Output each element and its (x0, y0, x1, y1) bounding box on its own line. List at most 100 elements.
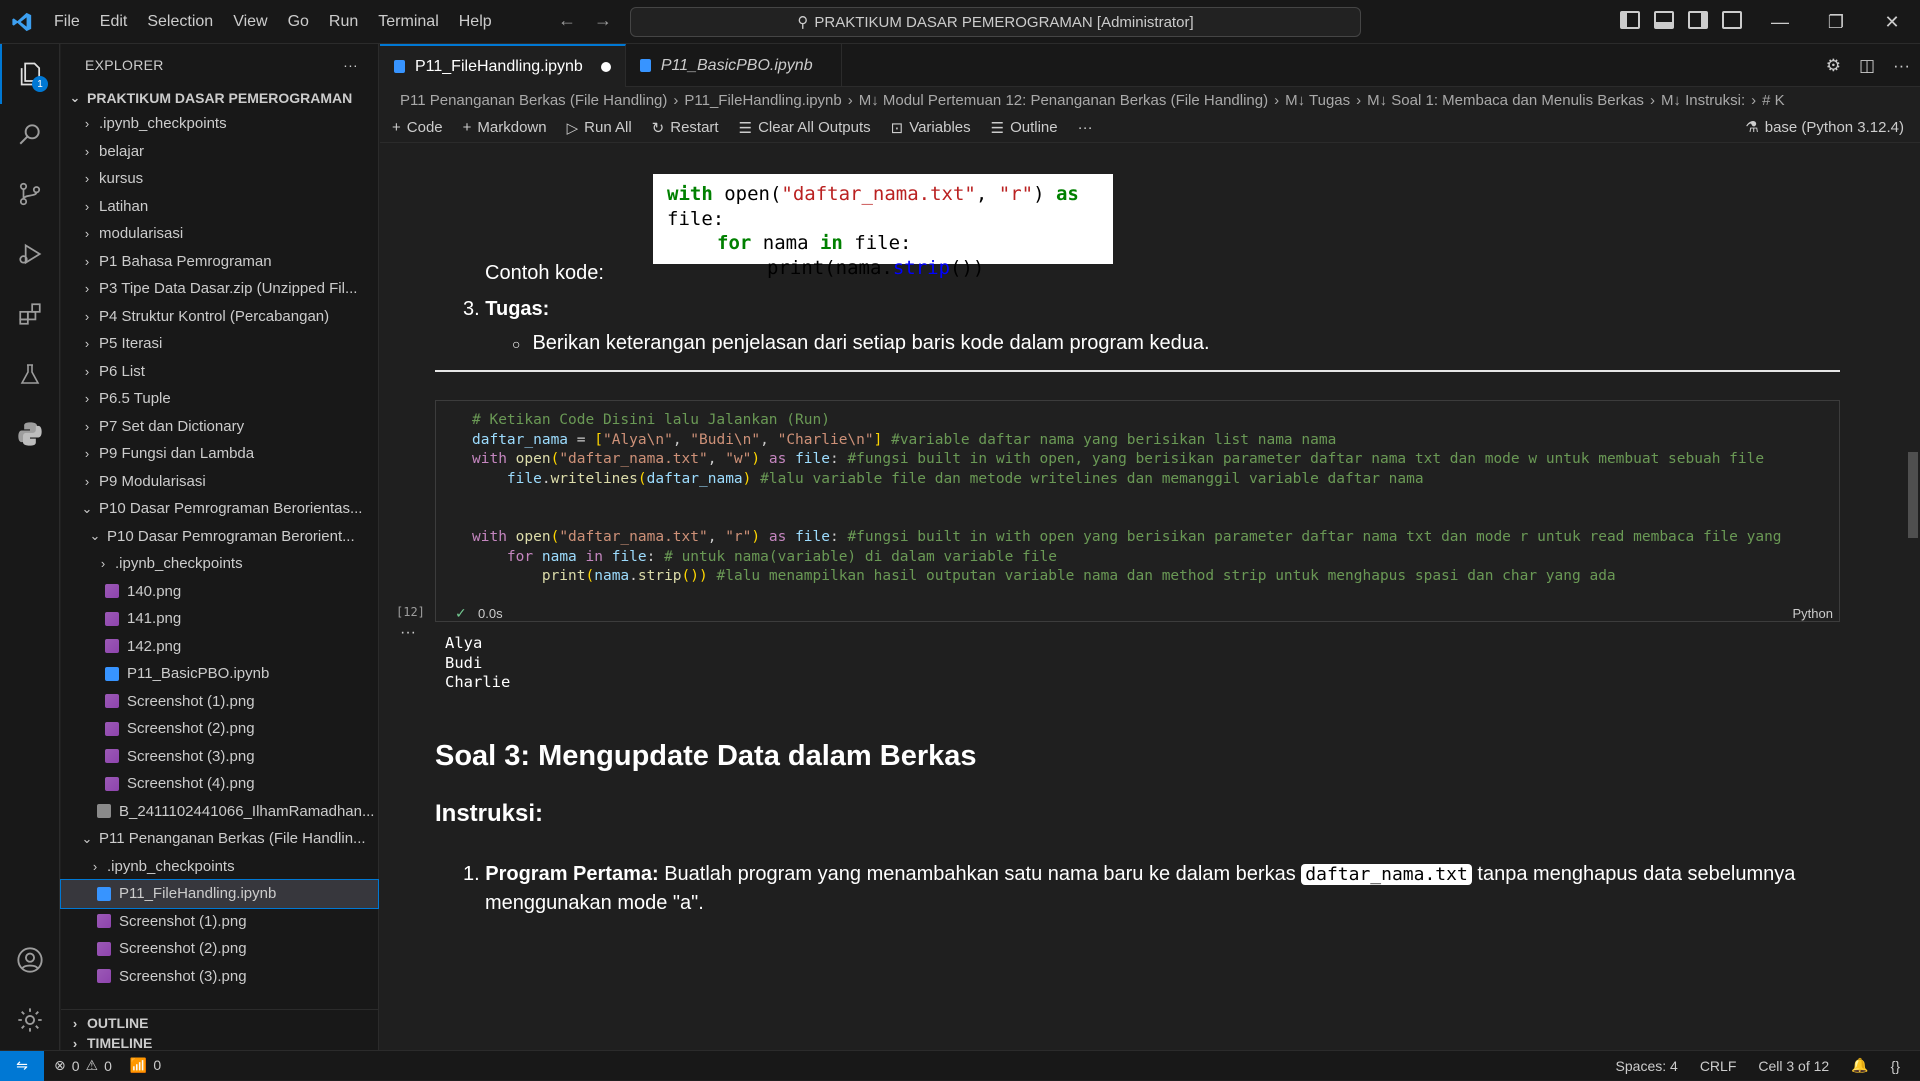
tree-file[interactable]: Screenshot (2).png (61, 715, 378, 743)
tree-file[interactable]: Screenshot (3).png (61, 963, 378, 991)
breadcrumb-item[interactable]: P11_FileHandling.ipynb (684, 92, 841, 109)
close-icon[interactable]: ✕ (1864, 0, 1920, 44)
accounts-activity[interactable] (0, 930, 60, 990)
tree-file[interactable]: Screenshot (2).png (61, 935, 378, 963)
cell-code-editor[interactable]: # Ketikan Code Disini lalu Jalankan (Run… (472, 411, 1782, 587)
menu-view[interactable]: View (223, 0, 277, 44)
notebook-settings-icon[interactable]: ⚙ (1826, 56, 1841, 76)
clear-outputs-button[interactable]: ☰ Clear All Outputs (739, 119, 871, 137)
toggle-secondary-sidebar-icon[interactable] (1688, 11, 1708, 29)
notebook-content: with open("daftar_nama.txt", "r") as fil… (380, 144, 1920, 1050)
kernel-picker[interactable]: ⚗ base (Python 3.12.4) (1745, 118, 1904, 137)
eol-status[interactable]: CRLF (1700, 1058, 1737, 1074)
tree-folder[interactable]: › P6.5 Tuple (61, 385, 378, 413)
bell-icon[interactable]: 🔔 (1851, 1057, 1868, 1074)
toggle-primary-sidebar-icon[interactable] (1620, 11, 1640, 29)
tree-folder[interactable]: › .ipynb_checkpoints (61, 110, 378, 138)
testing-activity[interactable] (0, 344, 60, 404)
tree-folder[interactable]: ⌄ P11 Penanganan Berkas (File Handlin... (61, 825, 378, 853)
menu-selection[interactable]: Selection (137, 0, 223, 44)
tree-folder[interactable]: › P6 List (61, 358, 378, 386)
breadcrumb-item[interactable]: M↓ Modul Pertemuan 12: Penanganan Berkas… (859, 92, 1268, 109)
explorer-more-icon[interactable]: ··· (343, 57, 358, 73)
forward-arrow-icon[interactable]: → (594, 10, 612, 31)
outline-button[interactable]: ☰ Outline (991, 119, 1058, 137)
tree-folder[interactable]: › P3 Tipe Data Dasar.zip (Unzipped Fil... (61, 275, 378, 303)
tree-file[interactable]: 140.png (61, 578, 378, 606)
menu-file[interactable]: File (44, 0, 90, 44)
split-editor-icon[interactable]: ◫ (1859, 56, 1875, 76)
tree-folder[interactable]: › P4 Struktur Kontrol (Percabangan) (61, 303, 378, 331)
tree-file[interactable]: Screenshot (1).png (61, 908, 378, 936)
tree-folder[interactable]: ⌄ P10 Dasar Pemrograman Berorient... (61, 523, 378, 551)
menu-run[interactable]: Run (319, 0, 368, 44)
tree-folder[interactable]: › P7 Set dan Dictionary (61, 413, 378, 441)
tree-file[interactable]: Screenshot (4).png (61, 770, 378, 798)
breadcrumb-item[interactable]: M↓ Soal 1: Membaca dan Menulis Berkas (1367, 92, 1644, 109)
braces-icon[interactable]: {} (1891, 1058, 1900, 1074)
extensions-activity[interactable] (0, 284, 60, 344)
toolbar-more-button[interactable]: ··· (1078, 119, 1093, 136)
menu-terminal[interactable]: Terminal (368, 0, 448, 44)
problems-status[interactable]: ⊗ 0 ⚠ 0 (54, 1057, 112, 1074)
tree-folder[interactable]: › Latihan (61, 193, 378, 221)
tree-folder[interactable]: › P9 Fungsi dan Lambda (61, 440, 378, 468)
breadcrumb-item[interactable]: M↓ Instruksi: (1661, 92, 1745, 109)
tree-file[interactable]: P11_BasicPBO.ipynb (61, 660, 378, 688)
source-control-activity[interactable] (0, 164, 60, 224)
tree-file[interactable]: P11_FileHandling.ipynb (60, 879, 379, 909)
tree-file[interactable]: B_2411102441066_IlhamRamadhan... (61, 798, 378, 826)
tree-file[interactable]: 141.png (61, 605, 378, 633)
breadcrumb-item[interactable]: P11 Penanganan Berkas (File Handling) (400, 92, 667, 109)
tab-filehandling[interactable]: P11_FileHandling.ipynb (380, 44, 626, 87)
run-all-button[interactable]: ▷ Run All (567, 119, 632, 137)
back-arrow-icon[interactable]: ← (558, 10, 576, 31)
breadcrumb-item[interactable]: # K (1762, 92, 1785, 109)
tree-folder[interactable]: › P1 Bahasa Pemrograman (61, 248, 378, 276)
scrollbar-thumb[interactable] (1908, 452, 1918, 538)
tree-file[interactable]: Screenshot (1).png (61, 688, 378, 716)
add-markdown-button[interactable]: + Markdown (463, 119, 547, 136)
search-activity[interactable] (0, 104, 60, 164)
manage-activity[interactable] (0, 990, 60, 1050)
variables-button[interactable]: ⊡ Variables (891, 119, 971, 137)
command-center-search[interactable]: ⚲ PRAKTIKUM DASAR PEMEROGRAMAN [Administ… (630, 7, 1361, 37)
minimize-icon[interactable]: — (1752, 0, 1808, 44)
tree-folder[interactable]: › P5 Iterasi (61, 330, 378, 358)
outline-section[interactable]: › OUTLINE (61, 1009, 379, 1036)
output-more-icon[interactable]: ··· (400, 624, 416, 642)
more-actions-icon[interactable]: ··· (1893, 56, 1910, 76)
customize-layout-icon[interactable] (1722, 11, 1742, 29)
tree-folder[interactable]: › belajar (61, 138, 378, 166)
unsaved-dot-icon[interactable] (600, 61, 611, 72)
restore-icon[interactable]: ❐ (1808, 0, 1864, 44)
restart-button[interactable]: ↻ Restart (652, 119, 719, 137)
explorer-activity[interactable]: 1 (0, 44, 60, 104)
cell-language[interactable]: Python (1793, 606, 1833, 621)
workspace-root-label: PRAKTIKUM DASAR PEMEROGRAMAN (87, 90, 353, 106)
indentation-status[interactable]: Spaces: 4 (1616, 1058, 1678, 1074)
workspace-root[interactable]: ⌄ PRAKTIKUM DASAR PEMEROGRAMAN (61, 86, 378, 110)
timeline-section[interactable]: › TIMELINE (61, 1035, 379, 1051)
python-activity[interactable] (0, 404, 60, 464)
tree-folder[interactable]: › modularisasi (61, 220, 378, 248)
tree-folder[interactable]: › .ipynb_checkpoints (61, 550, 378, 578)
tab-basicpbo[interactable]: P11_BasicPBO.ipynb (626, 44, 842, 87)
tree-folder[interactable]: › P9 Modularisasi (61, 468, 378, 496)
cell-position-status[interactable]: Cell 3 of 12 (1758, 1058, 1829, 1074)
menu-edit[interactable]: Edit (90, 0, 138, 44)
tree-file[interactable]: 142.png (61, 633, 378, 661)
breadcrumb-item[interactable]: M↓ Tugas (1285, 92, 1350, 109)
add-code-button[interactable]: + Code (392, 119, 443, 136)
menu-go[interactable]: Go (278, 0, 319, 44)
remote-icon[interactable]: ⇋ (0, 1050, 44, 1081)
tree-folder[interactable]: ⌄ P10 Dasar Pemrograman Berorientas... (61, 495, 378, 523)
menu-help[interactable]: Help (449, 0, 502, 44)
tree-folder[interactable]: › .ipynb_checkpoints (61, 853, 378, 881)
tree-file[interactable]: Screenshot (3).png (61, 743, 378, 771)
tree-folder[interactable]: › kursus (61, 165, 378, 193)
code-cell[interactable]: # Ketikan Code Disini lalu Jalankan (Run… (435, 400, 1840, 622)
toggle-panel-icon[interactable] (1654, 11, 1674, 29)
run-debug-activity[interactable] (0, 224, 60, 284)
ports-status[interactable]: 📶 0 (130, 1057, 161, 1074)
